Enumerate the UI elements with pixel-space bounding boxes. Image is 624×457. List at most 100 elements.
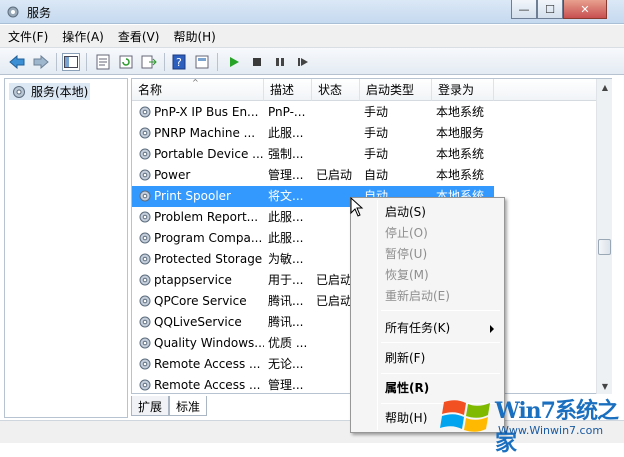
service-startup-type: 自动 xyxy=(364,168,389,182)
forward-icon[interactable] xyxy=(32,53,50,71)
service-gear-icon xyxy=(139,190,151,202)
service-gear-icon xyxy=(139,337,151,349)
close-button[interactable]: ✕ xyxy=(563,0,607,19)
maximize-button[interactable]: ☐ xyxy=(537,0,563,19)
service-gear-icon xyxy=(139,211,151,223)
view-tabs: 扩展 标准 xyxy=(131,396,208,416)
menu-separator xyxy=(381,310,500,311)
service-logon-as: 本地系统 xyxy=(436,168,485,182)
scroll-up-icon[interactable]: ▲ xyxy=(597,79,613,95)
column-header-logon-as[interactable]: 登录为 xyxy=(432,79,494,101)
menu-item-help[interactable]: 帮助(H) xyxy=(385,408,427,429)
menu-item-pause: 暂停(U) xyxy=(385,247,428,261)
service-status: 已启动 xyxy=(316,168,353,182)
view-icon[interactable] xyxy=(193,53,211,71)
sort-ascending-icon: ^ xyxy=(192,78,199,87)
back-icon[interactable] xyxy=(8,53,26,71)
menu-action[interactable]: 操作(A) xyxy=(56,28,110,45)
service-gear-icon xyxy=(139,316,151,328)
column-header-description[interactable]: 描述 xyxy=(264,79,312,101)
toolbar-separator xyxy=(86,53,87,71)
service-description: 优质 ... xyxy=(268,336,308,350)
service-gear-icon xyxy=(139,148,151,160)
service-description: 此服... xyxy=(268,210,304,224)
service-description: 腾讯... xyxy=(268,294,304,308)
menu-help[interactable]: 帮助(H) xyxy=(167,28,221,45)
toolbar-separator xyxy=(56,53,57,71)
tree-pane: 服务(本地) xyxy=(4,78,128,418)
toolbar: ? xyxy=(0,47,624,75)
mouse-cursor-icon xyxy=(350,197,364,217)
menu-gutter xyxy=(377,200,378,430)
service-description: PnP-... xyxy=(268,105,306,119)
menu-item-properties[interactable]: 属性(R) xyxy=(385,378,429,399)
tree-item-services-local[interactable]: 服务(本地) xyxy=(9,83,91,100)
scroll-thumb[interactable] xyxy=(598,239,611,255)
service-startup-type: 手动 xyxy=(364,147,389,161)
service-startup-type: 手动 xyxy=(364,105,389,119)
restart-service-icon[interactable] xyxy=(294,53,312,71)
services-gear-icon xyxy=(7,6,19,18)
menu-item-restart: 重新启动(E) xyxy=(385,289,450,303)
tab-standard[interactable]: 标准 xyxy=(169,396,208,416)
column-header-name[interactable]: 名称 ^ xyxy=(132,79,264,101)
table-row[interactable]: PnP-X IP Bus En... PnP-... 手动 本地系统 xyxy=(132,102,611,123)
column-header-startup-type[interactable]: 启动类型 xyxy=(360,79,432,101)
menu-bar: 文件(F) 操作(A) 查看(V) 帮助(H) xyxy=(0,25,624,47)
table-row[interactable]: Portable Device ... 强制... 手动 本地系统 xyxy=(132,144,611,165)
watermark-url: Www.Winwin7.com xyxy=(498,424,604,437)
service-logon-as: 本地服务 xyxy=(436,126,485,140)
table-row[interactable]: PNRP Machine ... 此服... 手动 本地服务 xyxy=(132,123,611,144)
start-service-icon[interactable] xyxy=(225,53,243,71)
pause-service-icon[interactable] xyxy=(271,53,289,71)
toolbar-separator xyxy=(164,53,165,71)
service-gear-icon xyxy=(139,232,151,244)
show-hide-tree-icon[interactable] xyxy=(62,53,80,71)
refresh-icon[interactable] xyxy=(117,53,135,71)
service-gear-icon xyxy=(139,295,151,307)
menu-separator xyxy=(381,373,500,374)
service-gear-icon xyxy=(139,169,151,181)
service-description: 用于... xyxy=(268,273,304,287)
window-title: 服务 xyxy=(27,6,52,20)
service-description: 腾讯... xyxy=(268,315,304,329)
minimize-button[interactable]: — xyxy=(511,0,537,19)
menu-item-resume: 恢复(M) xyxy=(385,268,429,282)
submenu-arrow-icon xyxy=(490,325,494,333)
stop-service-icon[interactable] xyxy=(248,53,266,71)
service-description: 此服... xyxy=(268,126,304,140)
service-logon-as: 本地系统 xyxy=(436,147,485,161)
service-gear-icon xyxy=(139,358,151,370)
service-description: 此服... xyxy=(268,231,304,245)
export-list-icon[interactable] xyxy=(140,53,158,71)
title-bar: 服务 — ☐ ✕ xyxy=(0,0,624,24)
svg-text:?: ? xyxy=(176,56,182,69)
tree-item-label: 服务(本地) xyxy=(31,85,89,99)
service-gear-icon xyxy=(139,253,151,265)
service-description: 将文... xyxy=(264,186,312,207)
properties-sheet-icon[interactable] xyxy=(94,53,112,71)
table-row[interactable]: Power 管理... 已启动 自动 本地系统 xyxy=(132,165,611,186)
toolbar-separator xyxy=(217,53,218,71)
service-description: 无论... xyxy=(268,357,304,371)
service-status xyxy=(312,102,360,123)
menu-item-refresh[interactable]: 刷新(F) xyxy=(385,348,425,369)
menu-item-all-tasks[interactable]: 所有任务(K) xyxy=(385,318,497,339)
service-logon-as: 本地系统 xyxy=(436,105,485,119)
services-gear-icon xyxy=(13,85,25,98)
column-header-filler xyxy=(494,79,611,101)
menu-item-stop: 停止(O) xyxy=(385,226,428,240)
service-description: 管理... xyxy=(268,378,304,392)
vertical-scrollbar[interactable]: ▲ ▼ xyxy=(596,79,612,394)
service-description: 为敏... xyxy=(268,252,304,266)
menu-file[interactable]: 文件(F) xyxy=(2,28,54,45)
column-header-status[interactable]: 状态 xyxy=(312,79,360,101)
menu-separator xyxy=(381,342,500,343)
tab-extended[interactable]: 扩展 xyxy=(131,396,170,416)
service-gear-icon xyxy=(139,274,151,286)
menu-item-start[interactable]: 启动(S) xyxy=(385,202,426,223)
service-status xyxy=(312,144,360,165)
help-icon[interactable]: ? xyxy=(170,53,188,71)
menu-view[interactable]: 查看(V) xyxy=(112,28,166,45)
service-startup-type: 手动 xyxy=(364,126,389,140)
